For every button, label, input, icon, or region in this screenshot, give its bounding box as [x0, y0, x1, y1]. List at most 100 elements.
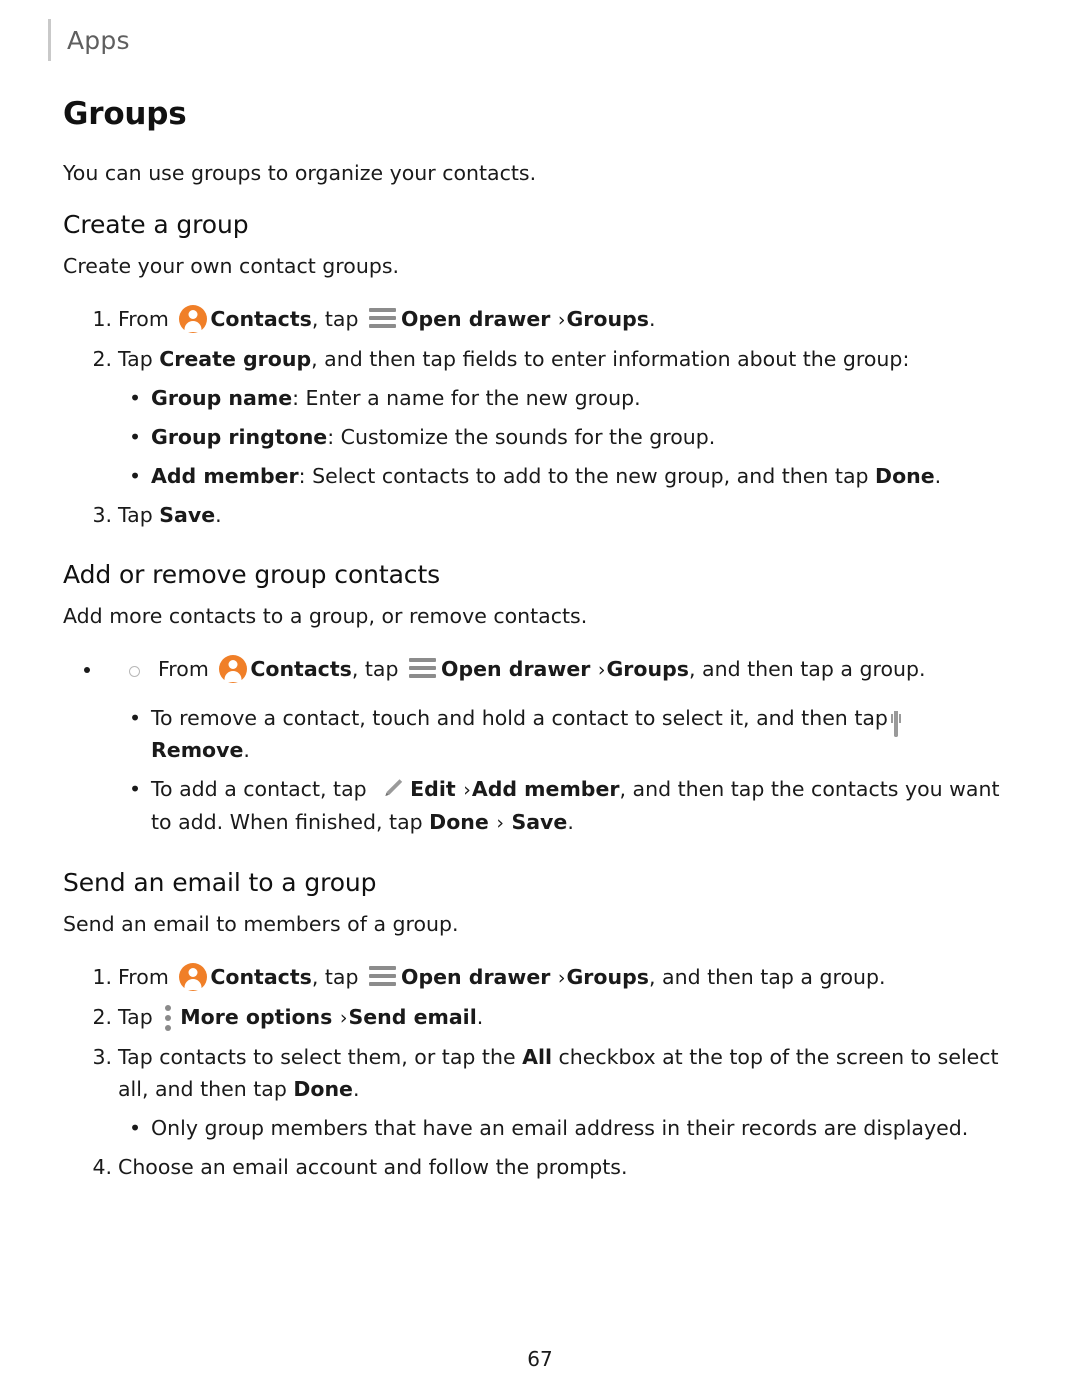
step-item: 2. Tap Create group, and then tap fields …	[63, 343, 1011, 375]
page-content: Groups You can use groups to organize yo…	[63, 96, 1011, 1190]
add-member-label: Add member	[471, 777, 620, 801]
chapter-title: Apps	[67, 25, 130, 55]
list-item: • Group ringtone: Customize the sounds fo…	[63, 421, 1011, 453]
steps-send-email: 1. From Contacts, tap Open drawer › Groups…	[63, 961, 1011, 1105]
step-number: 1.	[92, 307, 112, 331]
step-text-rest: , and then tap fields to enter informati…	[311, 347, 910, 371]
step-text-rest: , and then tap a group.	[688, 657, 926, 681]
hollow-bullet-icon	[129, 666, 140, 677]
step-end-period: .	[215, 503, 222, 527]
remove-text: To remove a contact, touch and hold a co…	[151, 706, 888, 730]
steps-send-email-tail: 4. Choose an email account and follow the…	[63, 1151, 1011, 1183]
bullets-send-email: • Only group members that have an email a…	[63, 1112, 1011, 1144]
list-item: • Only group members that have an email a…	[63, 1112, 1011, 1144]
all-label: All	[522, 1045, 552, 1069]
step-text-tap: Tap	[118, 503, 153, 527]
open-drawer-icon	[369, 966, 397, 988]
heading-send-an-email-to-a-group: Send an email to a group	[63, 868, 377, 897]
save-label: Save	[159, 503, 216, 527]
contacts-label: Contacts	[250, 657, 352, 681]
group-name-text: : Enter a name for the new group.	[292, 386, 641, 410]
select-contacts-text: Tap contacts to select them, or tap the	[118, 1045, 523, 1069]
add-contact-text: To add a contact, tap	[151, 777, 367, 801]
step-item: 1. From Contacts, tap Open drawer ›Groups…	[63, 303, 1011, 336]
step-text-rest: , and then tap a group.	[648, 965, 886, 989]
page-intro: You can use groups to organize your cont…	[63, 161, 537, 185]
save-label: Save	[511, 810, 568, 834]
chevron-separator: ›	[339, 1007, 348, 1029]
step-item: 3. Tap Save.	[63, 499, 1011, 531]
edit-label: Edit	[410, 777, 456, 801]
more-options-label: More options	[180, 1005, 333, 1029]
intro-create-a-group: Create your own contact groups.	[63, 254, 400, 278]
step-text-tap: Tap	[118, 347, 153, 371]
done-label: Done	[429, 810, 489, 834]
group-ringtone-text: : Customize the sounds for the group.	[327, 425, 716, 449]
page-number: 67	[527, 1347, 553, 1371]
step-item: 4. Choose an email account and follow the…	[63, 1151, 1011, 1183]
intro-send-an-email-to-a-group: Send an email to members of a group.	[63, 912, 459, 936]
groups-label: Groups	[566, 965, 649, 989]
bullet-dot: •	[129, 777, 142, 801]
list-item: • To add a contact, tap Edit ›Add member,…	[63, 773, 1011, 839]
step-end-period: .	[352, 1077, 360, 1101]
remove-label: Remove	[151, 738, 244, 762]
open-drawer-icon	[409, 658, 437, 680]
chevron-separator: ›	[496, 812, 504, 834]
page-header: Apps	[48, 18, 130, 62]
add-member-label: Add member	[151, 464, 299, 488]
step-text-from: From	[158, 657, 209, 681]
group-name-label: Group name	[151, 386, 293, 410]
open-drawer-label: Open drawer	[441, 657, 591, 681]
step-text-tap: , tap	[311, 307, 359, 331]
list-item: • Add member: Select contacts to add to t…	[63, 460, 1011, 492]
open-drawer-label: Open drawer	[401, 307, 551, 331]
remove-trash-icon	[894, 707, 916, 737]
groups-label: Groups	[606, 657, 689, 681]
step-number: 2.	[92, 1005, 112, 1029]
done-label: Done	[293, 1077, 353, 1101]
bullet-dot: •	[129, 425, 142, 449]
edit-pencil-icon	[379, 776, 405, 802]
remove-end: .	[243, 738, 250, 762]
contacts-icon	[219, 655, 248, 683]
step-item: 2. Tap More options ›Send email.	[63, 1001, 1011, 1034]
heading-add-or-remove-group-contacts: Add or remove group contacts	[63, 560, 441, 589]
intro-add-or-remove-group-contacts: Add more contacts to a group, or remove …	[63, 604, 588, 628]
steps-add-or-remove: From Contacts, tap Open drawer ›Groups, …	[63, 653, 1011, 686]
groups-label: Groups	[566, 307, 649, 331]
step-item: 3. Tap contacts to select them, or tap th…	[63, 1041, 1011, 1105]
list-item: From Contacts, tap Open drawer ›Groups, …	[103, 653, 1011, 686]
bullet-dot: •	[129, 386, 142, 410]
add-member-end: .	[934, 464, 942, 488]
step-number: 2.	[92, 347, 112, 371]
create-group-label: Create group	[159, 347, 312, 371]
step-end-period: .	[567, 810, 574, 834]
steps-create-a-group-tail: 3. Tap Save.	[63, 499, 1011, 531]
step-text-from: From	[118, 965, 169, 989]
document-page: Apps Groups You can use groups to organi…	[0, 0, 1080, 1397]
step-item: 1. From Contacts, tap Open drawer ›Groups…	[63, 961, 1011, 994]
step-number: 1.	[92, 965, 112, 989]
send-email-label: Send email	[348, 1005, 477, 1029]
more-options-icon	[164, 1003, 172, 1031]
step-number: 3.	[92, 1045, 112, 1069]
list-item: • Group name: Enter a name for the new gr…	[63, 382, 1011, 414]
step-text-tap: Tap	[118, 1005, 153, 1029]
bullets-add-or-remove: • To remove a contact, touch and hold a c…	[63, 702, 1011, 839]
contacts-icon	[179, 963, 208, 991]
bullet-dot: •	[129, 706, 142, 730]
bullet-dot: •	[129, 1116, 142, 1140]
open-drawer-icon	[369, 308, 397, 330]
open-drawer-label: Open drawer	[401, 965, 551, 989]
step-number: 3.	[92, 503, 112, 527]
step-text-tap: , tap	[311, 965, 359, 989]
contacts-label: Contacts	[210, 965, 312, 989]
header-divider	[48, 19, 51, 61]
step-text-tap: , tap	[351, 657, 399, 681]
steps-create-a-group: 1. From Contacts, tap Open drawer ›Groups…	[63, 303, 1011, 375]
bullets-create-a-group: • Group name: Enter a name for the new gr…	[63, 382, 1011, 492]
contacts-label: Contacts	[210, 307, 312, 331]
step-number: 4.	[92, 1155, 112, 1179]
group-ringtone-label: Group ringtone	[151, 425, 328, 449]
